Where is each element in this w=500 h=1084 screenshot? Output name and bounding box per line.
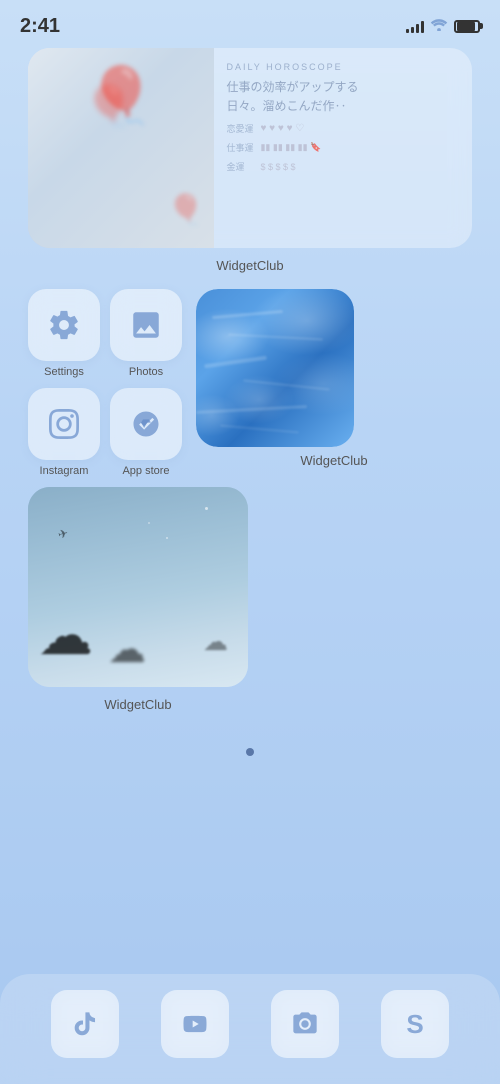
horoscope-widget: 🎈 🎈 🎈 DAILY HOROSCOPE 仕事の効率がアップする日々。溜めこん… xyxy=(28,48,472,248)
status-icons xyxy=(406,17,480,36)
sky-widget: ✈ ☁ ☁ ☁ xyxy=(28,487,248,687)
instagram-label: Instagram xyxy=(40,465,89,477)
tiktok-app[interactable] xyxy=(51,990,119,1058)
horoscope-image: 🎈 🎈 🎈 xyxy=(28,48,214,248)
camera-app[interactable] xyxy=(271,990,339,1058)
widget3-label: WidgetClub xyxy=(28,697,248,712)
settings-icon[interactable] xyxy=(28,289,100,361)
widget2-label: WidgetClub xyxy=(196,453,472,468)
appstore-label: App store xyxy=(122,465,169,477)
photos-icon[interactable] xyxy=(110,289,182,361)
work-label: 仕事運 xyxy=(226,141,256,154)
home-screen: 🎈 🎈 🎈 DAILY HOROSCOPE 仕事の効率がアップする日々。溜めこん… xyxy=(0,48,500,756)
photos-label: Photos xyxy=(129,366,163,378)
battery-icon xyxy=(454,20,480,33)
settings-app[interactable]: Settings xyxy=(28,289,100,378)
love-row: 恋愛運 ♥ ♥ ♥ ♥ ♡ xyxy=(226,122,460,135)
app-row-bottom: Instagram App store xyxy=(28,388,182,477)
love-hearts: ♥ ♥ ♥ ♥ ♡ xyxy=(260,123,304,134)
app-grid: Settings Photos xyxy=(28,289,182,477)
signal-icon xyxy=(406,19,424,33)
cloud-decoration: ☁ xyxy=(38,603,93,667)
money-label: 金運 xyxy=(226,160,256,173)
app-row-top: Settings Photos xyxy=(28,289,182,378)
page-indicator xyxy=(28,748,472,756)
work-row: 仕事運 ▮▮ ▮▮ ▮▮ ▮▮ 🔖 xyxy=(226,141,460,154)
appstore-app[interactable]: App store xyxy=(110,388,182,477)
appstore-icon[interactable] xyxy=(110,388,182,460)
water-widget-section: WidgetClub xyxy=(196,289,472,477)
instagram-app[interactable]: Instagram xyxy=(28,388,100,477)
page-dot-1 xyxy=(246,748,254,756)
money-coins: $ $ $ $ $ xyxy=(260,162,295,172)
youtube-app[interactable] xyxy=(161,990,229,1058)
sky-widget-section: ✈ ☁ ☁ ☁ WidgetClub xyxy=(28,487,472,728)
photos-app[interactable]: Photos xyxy=(110,289,182,378)
work-bars: ▮▮ ▮▮ ▮▮ ▮▮ 🔖 xyxy=(260,142,321,153)
horoscope-content: DAILY HOROSCOPE 仕事の効率がアップする日々。溜めこんだ作‥ 恋愛… xyxy=(214,48,472,248)
shortcuts-app[interactable]: S xyxy=(381,990,449,1058)
status-time: 2:41 xyxy=(20,15,60,38)
wifi-icon xyxy=(430,17,448,36)
app-widget-row: Settings Photos xyxy=(28,289,472,477)
horoscope-title: DAILY HOROSCOPE xyxy=(226,62,460,72)
widget1-label: WidgetClub xyxy=(28,258,472,273)
dock: S xyxy=(0,974,500,1084)
status-bar: 2:41 xyxy=(0,0,500,48)
horoscope-text: 仕事の効率がアップする日々。溜めこんだ作‥ xyxy=(226,78,460,116)
water-widget xyxy=(196,289,354,447)
love-label: 恋愛運 xyxy=(226,122,256,135)
settings-label: Settings xyxy=(44,366,84,378)
instagram-icon[interactable] xyxy=(28,388,100,460)
money-row: 金運 $ $ $ $ $ xyxy=(226,160,460,173)
